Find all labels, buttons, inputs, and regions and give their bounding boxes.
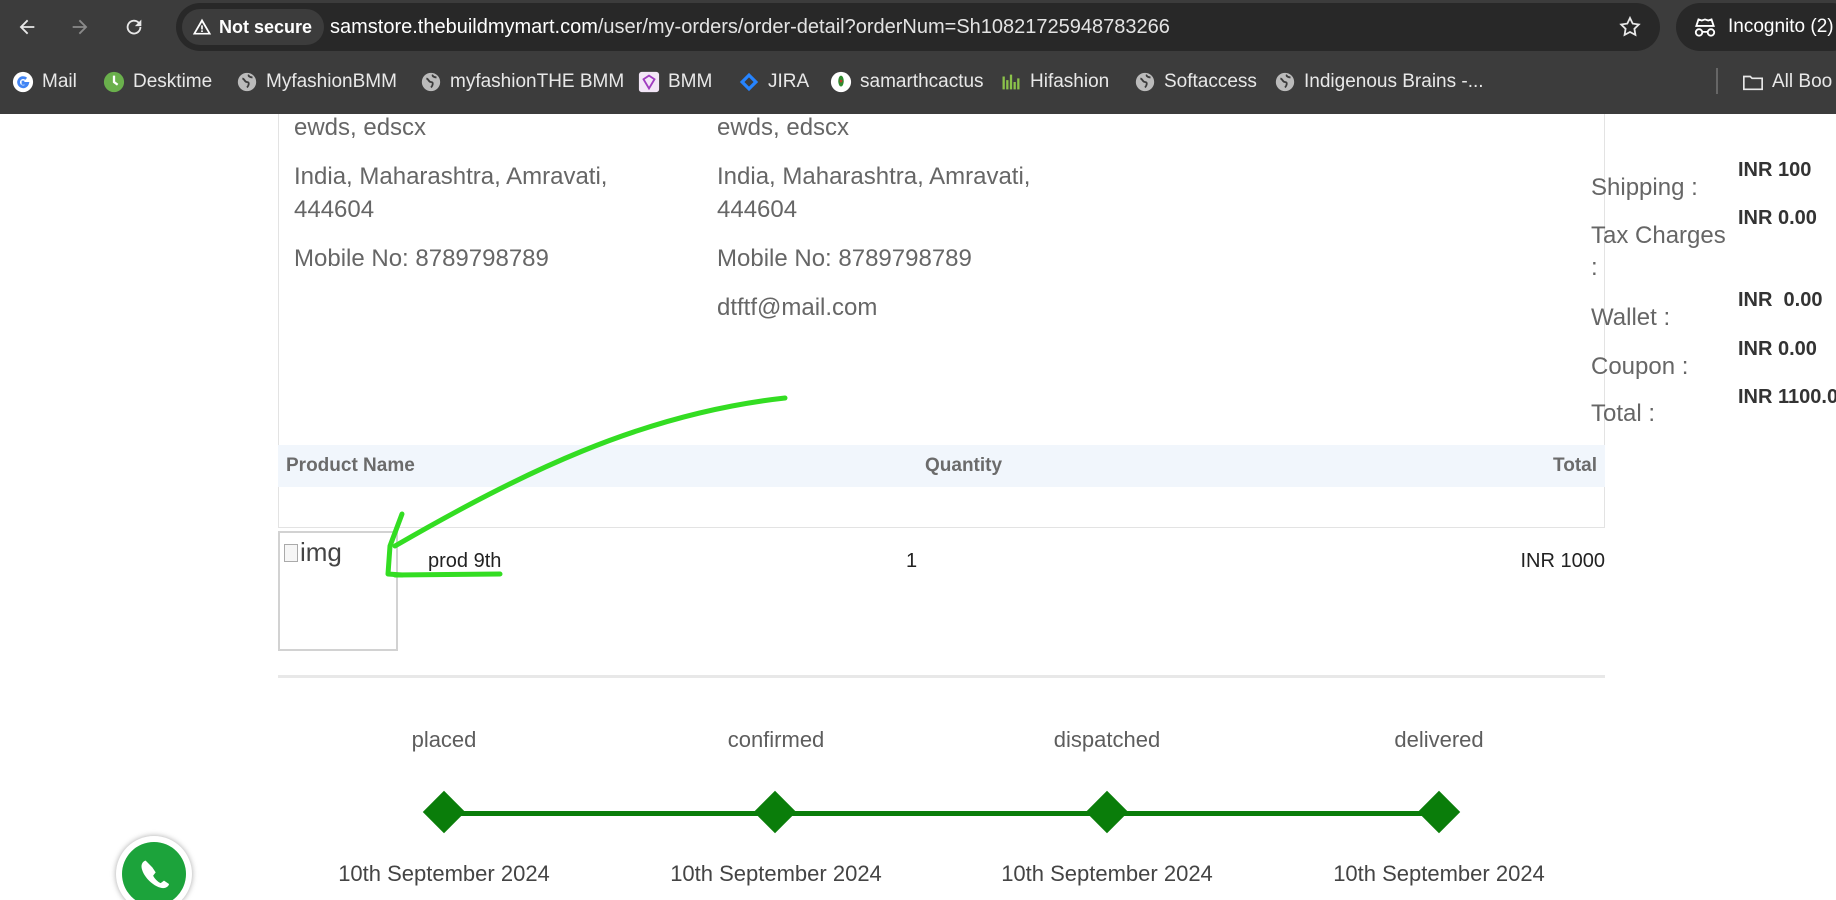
step-marker-placed <box>422 790 466 834</box>
bookmark-myfashionbmm[interactable]: MyfashionBMM <box>236 68 397 96</box>
step-date-placed: 10th September 2024 <box>338 861 550 886</box>
wallet-value: INR 0.00 <box>1738 289 1823 311</box>
back-button[interactable] <box>10 10 44 44</box>
product-name[interactable]: prod 9th <box>428 550 501 573</box>
product-image-alt: img <box>300 537 342 567</box>
security-chip[interactable]: Not secure <box>182 9 325 45</box>
incognito-indicator[interactable]: Incognito (2) <box>1676 3 1836 51</box>
security-label: Not secure <box>219 16 313 37</box>
header-product-name: Product Name <box>286 455 415 476</box>
wallet-label: Wallet : <box>1591 304 1671 331</box>
forward-button[interactable] <box>63 10 97 44</box>
shipping-pincode: 444604 <box>717 196 798 223</box>
warning-icon <box>192 18 212 35</box>
step-date-delivered: 10th September 2024 <box>1333 861 1545 886</box>
section-divider <box>278 675 1605 678</box>
url-host: samstore.thebuildmymart.com <box>330 16 598 38</box>
incognito-icon <box>1694 18 1716 37</box>
hifashion-icon <box>1000 71 1022 93</box>
whatsapp-button[interactable] <box>116 836 192 900</box>
step-label-dispatched: dispatched <box>1053 727 1161 752</box>
globe-icon <box>420 71 442 93</box>
url-text[interactable]: samstore.thebuildmymart.com/user/my-orde… <box>330 16 1170 39</box>
bookmark-star-icon[interactable] <box>1618 15 1642 39</box>
bookmark-softaccess[interactable]: Softaccess <box>1134 68 1257 96</box>
coupon-value: INR 0.00 <box>1738 338 1817 360</box>
shipping-mobile: Mobile No: 8789798789 <box>717 245 972 272</box>
billing-region: India, Maharashtra, Amravati, <box>294 163 608 190</box>
bmm-logo-icon <box>638 71 660 93</box>
bookmark-hifashion[interactable]: Hifashion <box>1000 68 1109 96</box>
step-date-confirmed: 10th September 2024 <box>670 861 882 886</box>
header-quantity: Quantity <box>925 455 1003 476</box>
bookmark-samarthcactus[interactable]: samarthcactus <box>830 68 984 96</box>
tracking-line <box>443 811 1439 816</box>
reload-button[interactable] <box>117 10 151 44</box>
step-marker-dispatched <box>1085 790 1129 834</box>
globe-icon <box>236 71 258 93</box>
bookmark-jira[interactable]: JIRA <box>738 68 809 96</box>
billing-name-line: ewds, edscx <box>294 114 427 141</box>
total-value: INR 1100.00 <box>1738 386 1836 408</box>
address-bar[interactable]: Not secure samstore.thebuildmymart.com/u… <box>176 3 1660 51</box>
broken-image: img <box>284 537 342 568</box>
arrow-left-icon <box>19 19 35 35</box>
globe-icon <box>1274 71 1296 93</box>
bookmarks-bar: Mail Desktime MyfashionBMM myfashionTHE … <box>0 64 1836 100</box>
product-quantity: 1 <box>906 550 918 572</box>
shipping-charge-value: INR 100 <box>1738 159 1812 181</box>
desktime-icon <box>103 71 125 93</box>
tax-value: INR 0.00 <box>1738 207 1817 229</box>
reload-icon <box>126 19 142 35</box>
shipping-email: dtftf@mail.com <box>717 294 878 321</box>
products-table-header: Product Name Quantity Total <box>278 445 1605 487</box>
bookmarks-separator <box>1716 68 1718 94</box>
broken-image-icon <box>284 543 298 562</box>
shipping-region: India, Maharashtra, Amravati, <box>717 163 1031 190</box>
url-path: /user/my-orders/order-detail?orderNum=Sh… <box>597 16 1170 38</box>
step-marker-delivered <box>1417 790 1461 834</box>
header-total: Total <box>1553 455 1597 476</box>
billing-address: ewds, edscx India, Maharashtra, Amravati… <box>294 114 674 291</box>
tax-label-colon: : <box>1591 254 1598 281</box>
billing-mobile: Mobile No: 8789798789 <box>294 245 549 272</box>
product-total: INR 1000 <box>1520 550 1606 572</box>
product-image[interactable]: img <box>278 531 398 651</box>
bookmark-bmm[interactable]: BMM <box>638 68 712 96</box>
jira-icon <box>738 71 760 93</box>
shipping-name-line: ewds, edscx <box>717 114 850 141</box>
arrow-right-icon <box>72 19 88 35</box>
billing-pincode: 444604 <box>294 196 375 223</box>
bookmark-indigenous-brains[interactable]: Indigenous Brains -... <box>1274 68 1484 96</box>
bookmark-desktime[interactable]: Desktime <box>103 68 212 96</box>
step-label-confirmed: confirmed <box>727 727 825 752</box>
bookmark-mail[interactable]: Mail <box>12 68 77 96</box>
shipping-address: ewds, edscx India, Maharashtra, Amravati… <box>717 114 1097 340</box>
order-detail-page: ewds, edscx India, Maharashtra, Amravati… <box>0 114 1836 900</box>
total-label: Total : <box>1591 400 1656 427</box>
step-label-placed: placed <box>411 727 477 752</box>
step-marker-confirmed <box>753 790 797 834</box>
browser-toolbar: Not secure samstore.thebuildmymart.com/u… <box>0 0 1836 53</box>
folder-icon <box>1742 71 1764 93</box>
browser-chrome: Not secure samstore.thebuildmymart.com/u… <box>0 0 1836 114</box>
bookmark-all-bookmarks[interactable]: All Boo <box>1742 68 1832 96</box>
tax-label: Tax Charges <box>1591 222 1726 249</box>
globe-icon <box>1134 71 1156 93</box>
bookmark-myfashion-the-bmm[interactable]: myfashionTHE BMM <box>420 68 624 96</box>
coupon-label: Coupon : <box>1591 353 1689 380</box>
shipping-charge-label: Shipping : <box>1591 174 1698 201</box>
cactus-logo-icon <box>830 71 852 93</box>
google-icon <box>12 71 34 93</box>
step-date-dispatched: 10th September 2024 <box>1001 861 1213 886</box>
whatsapp-icon <box>122 842 186 900</box>
step-label-delivered: delivered <box>1394 727 1484 752</box>
incognito-label: Incognito (2) <box>1728 16 1834 37</box>
